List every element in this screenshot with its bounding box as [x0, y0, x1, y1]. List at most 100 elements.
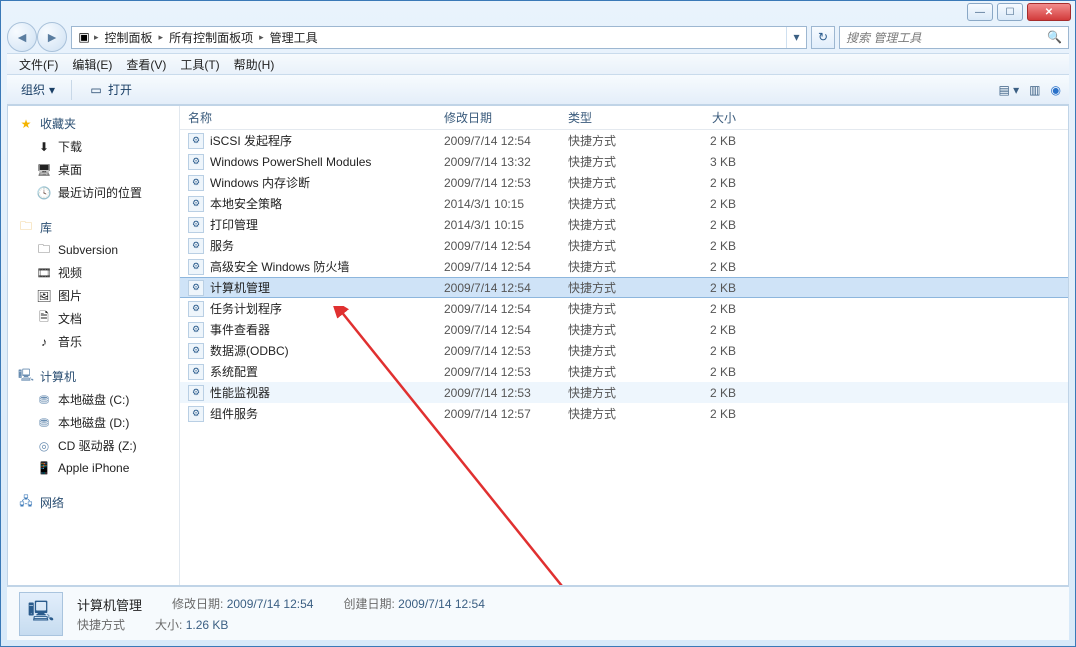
file-row[interactable]: ⚙组件服务2009/7/14 12:57快捷方式2 KB: [180, 403, 1068, 424]
file-row[interactable]: ⚙数据源(ODBC)2009/7/14 12:53快捷方式2 KB: [180, 340, 1068, 361]
file-row[interactable]: ⚙Windows 内存诊断2009/7/14 12:53快捷方式2 KB: [180, 172, 1068, 193]
sidebar-libraries-head[interactable]: 🗀库: [8, 216, 179, 239]
help-button[interactable]: ◉: [1051, 83, 1061, 97]
column-name[interactable]: 名称: [180, 105, 436, 130]
file-row[interactable]: ⚙iSCSI 发起程序2009/7/14 12:54快捷方式2 KB: [180, 130, 1068, 151]
music-icon: ♪: [36, 334, 52, 350]
shortcut-icon: ⚙: [188, 238, 204, 254]
shortcut-icon: ⚙: [188, 364, 204, 380]
file-date: 2009/7/14 12:54: [436, 279, 560, 297]
file-name: 性能监视器: [210, 384, 270, 401]
menu-file[interactable]: 文件(F): [13, 53, 64, 76]
sidebar-item-drive-d[interactable]: ⛃本地磁盘 (D:): [8, 411, 179, 434]
shortcut-icon: ⚙: [188, 154, 204, 170]
drive-icon: ⛃: [36, 392, 52, 408]
file-name: 高级安全 Windows 防火墙: [210, 258, 349, 275]
file-row[interactable]: ⚙计算机管理2009/7/14 12:54快捷方式2 KB: [180, 277, 1068, 298]
menu-help[interactable]: 帮助(H): [228, 53, 281, 76]
search-placeholder: 搜索 管理工具: [846, 29, 921, 46]
sidebar-item-drive-c[interactable]: ⛃本地磁盘 (C:): [8, 388, 179, 411]
column-type[interactable]: 类型: [560, 105, 678, 130]
file-name: Windows 内存诊断: [210, 174, 310, 191]
column-date[interactable]: 修改日期: [436, 105, 560, 130]
sidebar-item-drive-z[interactable]: ◎CD 驱动器 (Z:): [8, 434, 179, 457]
file-size: 2 KB: [678, 363, 752, 381]
explorer-window: — ☐ ✕ ◄ ► ▣ ▸ 控制面板 ▸ 所有控制面板项 ▸ 管理工具 ▾ ↻ …: [0, 0, 1076, 647]
breadcrumb[interactable]: 管理工具: [266, 27, 322, 48]
shortcut-icon: ⚙: [188, 175, 204, 191]
file-type: 快捷方式: [560, 172, 678, 193]
file-row[interactable]: ⚙系统配置2009/7/14 12:53快捷方式2 KB: [180, 361, 1068, 382]
file-row[interactable]: ⚙任务计划程序2009/7/14 12:54快捷方式2 KB: [180, 298, 1068, 319]
file-row[interactable]: ⚙Windows PowerShell Modules2009/7/14 13:…: [180, 151, 1068, 172]
file-date: 2009/7/14 12:53: [436, 342, 560, 360]
sidebar-item-music[interactable]: ♪音乐: [8, 330, 179, 353]
file-date: 2014/3/1 10:15: [436, 195, 560, 213]
file-name: 服务: [210, 237, 234, 254]
phone-icon: 📱: [36, 460, 52, 476]
breadcrumb[interactable]: 控制面板: [101, 27, 157, 48]
file-type: 快捷方式: [560, 235, 678, 256]
refresh-button[interactable]: ↻: [811, 26, 835, 49]
sidebar-item-desktop[interactable]: 🖥桌面: [8, 158, 179, 181]
file-size: 2 KB: [678, 405, 752, 423]
menu-edit[interactable]: 编辑(E): [66, 53, 118, 76]
sidebar-favorites-head[interactable]: ★收藏夹: [8, 112, 179, 135]
organize-button[interactable]: 组织 ▾: [15, 78, 61, 101]
file-row[interactable]: ⚙高级安全 Windows 防火墙2009/7/14 12:54快捷方式2 KB: [180, 256, 1068, 277]
sidebar-computer-head[interactable]: 🖳计算机: [8, 365, 179, 388]
file-name: 本地安全策略: [210, 195, 282, 212]
file-name: iSCSI 发起程序: [210, 132, 292, 149]
menu-tools[interactable]: 工具(T): [174, 53, 225, 76]
chevron-right-icon[interactable]: ▸: [94, 32, 99, 43]
content-area: ★收藏夹 ⬇下载 🖥桌面 🕓最近访问的位置 🗀库 🗀Subversion 🎞视频…: [7, 105, 1069, 586]
column-size[interactable]: 大小: [678, 105, 752, 130]
navigation-pane[interactable]: ★收藏夹 ⬇下载 🖥桌面 🕓最近访问的位置 🗀库 🗀Subversion 🎞视频…: [8, 106, 180, 585]
file-rows[interactable]: ⚙iSCSI 发起程序2009/7/14 12:54快捷方式2 KB⚙Windo…: [180, 130, 1068, 585]
sidebar-item-pictures[interactable]: 🖼图片: [8, 284, 179, 307]
sidebar-item-documents[interactable]: 🗎文档: [8, 307, 179, 330]
back-button[interactable]: ◄: [7, 22, 37, 52]
file-row[interactable]: ⚙打印管理2014/3/1 10:15快捷方式2 KB: [180, 214, 1068, 235]
file-type: 快捷方式: [560, 193, 678, 214]
shortcut-icon: ⚙: [188, 217, 204, 233]
file-row[interactable]: ⚙事件查看器2009/7/14 12:54快捷方式2 KB: [180, 319, 1068, 340]
file-name: 系统配置: [210, 363, 258, 380]
details-type: 快捷方式: [77, 616, 125, 633]
sidebar-item-iphone[interactable]: 📱Apple iPhone: [8, 457, 179, 479]
file-size: 2 KB: [678, 321, 752, 339]
chevron-right-icon[interactable]: ▸: [159, 32, 164, 43]
menu-view[interactable]: 查看(V): [120, 53, 172, 76]
cd-icon: ◎: [36, 438, 52, 454]
picture-icon: 🖼: [36, 288, 52, 304]
preview-pane-button[interactable]: ▥: [1029, 83, 1040, 97]
sidebar-item-videos[interactable]: 🎞视频: [8, 261, 179, 284]
maximize-button[interactable]: ☐: [997, 3, 1023, 21]
minimize-button[interactable]: —: [967, 3, 993, 21]
sidebar-item-subversion[interactable]: 🗀Subversion: [8, 239, 179, 261]
file-name: 计算机管理: [210, 279, 270, 296]
search-input[interactable]: 搜索 管理工具 🔍: [839, 26, 1069, 49]
close-button[interactable]: ✕: [1027, 3, 1071, 21]
view-options-button[interactable]: ▤ ▾: [998, 83, 1019, 97]
sidebar-item-recent[interactable]: 🕓最近访问的位置: [8, 181, 179, 204]
details-pane: 🖳 计算机管理 修改日期: 2009/7/14 12:54 创建日期: 2009…: [7, 586, 1069, 640]
file-date: 2009/7/14 13:32: [436, 153, 560, 171]
chevron-right-icon[interactable]: ▸: [259, 32, 264, 43]
file-row[interactable]: ⚙服务2009/7/14 12:54快捷方式2 KB: [180, 235, 1068, 256]
file-row[interactable]: ⚙本地安全策略2014/3/1 10:15快捷方式2 KB: [180, 193, 1068, 214]
file-type: 快捷方式: [560, 256, 678, 277]
sidebar-item-downloads[interactable]: ⬇下载: [8, 135, 179, 158]
menubar: 文件(F) 编辑(E) 查看(V) 工具(T) 帮助(H): [7, 53, 1069, 75]
file-date: 2009/7/14 12:54: [436, 132, 560, 150]
address-dropdown[interactable]: ▾: [786, 27, 806, 48]
computer-icon: 🖳: [18, 369, 34, 385]
address-bar[interactable]: ▣ ▸ 控制面板 ▸ 所有控制面板项 ▸ 管理工具 ▾: [71, 26, 807, 49]
breadcrumb[interactable]: 所有控制面板项: [165, 27, 257, 48]
forward-button[interactable]: ►: [37, 22, 67, 52]
separator: [71, 80, 72, 100]
file-row[interactable]: ⚙性能监视器2009/7/14 12:53快捷方式2 KB: [180, 382, 1068, 403]
open-button[interactable]: ▭ 打开: [82, 78, 138, 101]
sidebar-network-head[interactable]: 🖧网络: [8, 491, 179, 514]
file-size: 2 KB: [678, 174, 752, 192]
